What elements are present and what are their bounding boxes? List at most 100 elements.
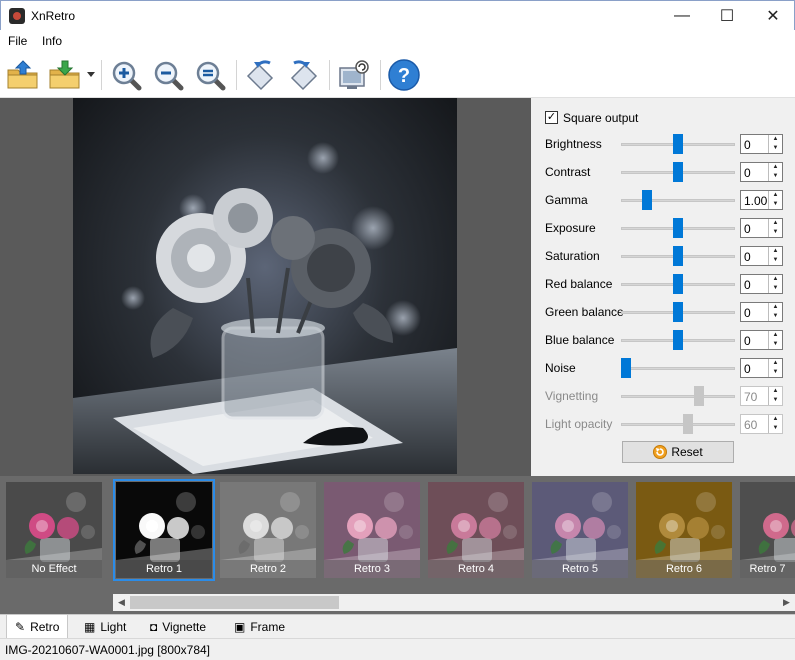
rotate-right-button[interactable]: [285, 57, 321, 93]
gamma-row: Gamma 1.00 ▲ ▼: [545, 190, 785, 210]
gamma-value: 1.00: [744, 194, 768, 208]
preset-label: Retro 1: [116, 560, 212, 578]
red-balance-spinbox[interactable]: 0 ▲ ▼: [740, 274, 783, 294]
exposure-slider-thumb[interactable]: [673, 218, 683, 238]
spin-arrows-icon[interactable]: ▲ ▼: [768, 191, 782, 209]
light-opacity-slider-thumb: [683, 414, 694, 434]
noise-slider[interactable]: [621, 367, 735, 370]
zoom-out-button[interactable]: [150, 57, 186, 93]
spin-arrows-icon[interactable]: ▲ ▼: [768, 331, 782, 349]
spin-arrows-icon[interactable]: ▲ ▼: [768, 163, 782, 181]
preset-label: Retro 7: [740, 560, 795, 578]
preset-thumbnail[interactable]: Retro 6: [636, 482, 732, 578]
vignetting-value: 70: [744, 390, 758, 404]
gamma-slider-thumb[interactable]: [641, 190, 652, 210]
brightness-row: Brightness 0 ▲ ▼: [545, 134, 785, 154]
noise-label: Noise: [545, 361, 576, 375]
frame-icon: ▣: [234, 620, 246, 634]
gamma-spinbox[interactable]: 1.00 ▲ ▼: [740, 190, 783, 210]
spin-arrows-icon[interactable]: ▲ ▼: [768, 135, 782, 153]
toolbar: ?: [0, 52, 795, 98]
blue-balance-slider-thumb[interactable]: [673, 330, 683, 350]
preset-thumbnail[interactable]: Retro 2: [220, 482, 316, 578]
preset-scrollbar[interactable]: ◀ ▶: [113, 594, 795, 611]
save-image-button[interactable]: [47, 57, 83, 93]
gamma-slider[interactable]: [621, 199, 735, 202]
scroll-thumb[interactable]: [130, 596, 339, 609]
preview-photo: [73, 98, 457, 474]
reset-button[interactable]: Reset: [622, 441, 734, 463]
save-dropdown-button[interactable]: [84, 57, 98, 93]
spin-arrows-icon[interactable]: ▲ ▼: [768, 387, 782, 405]
zoom-out-icon: [154, 61, 184, 91]
rotate-left-button[interactable]: [243, 57, 279, 93]
preset-thumbnail[interactable]: Retro 1: [113, 479, 215, 581]
brightness-spinbox[interactable]: 0 ▲ ▼: [740, 134, 783, 154]
zoom-fit-button[interactable]: [192, 57, 228, 93]
preset-thumbnail[interactable]: Retro 4: [428, 482, 524, 578]
spin-arrows-icon[interactable]: ▲ ▼: [768, 415, 782, 433]
title-bar: XnRetro — ☐ ✕: [0, 0, 795, 30]
dropdown-arrow-icon: [87, 72, 95, 77]
preset-thumbnail[interactable]: Retro 7: [740, 482, 795, 578]
spin-arrows-icon[interactable]: ▲ ▼: [768, 359, 782, 377]
zoom-in-icon: [112, 61, 142, 91]
brightness-slider-thumb[interactable]: [673, 134, 683, 154]
green-balance-label: Green balance: [545, 305, 624, 319]
contrast-row: Contrast 0 ▲ ▼: [545, 162, 785, 182]
vignetting-slider-thumb: [693, 386, 704, 406]
preset-thumbnail[interactable]: No Effect: [6, 482, 102, 578]
preset-label: Retro 2: [220, 560, 316, 578]
saturation-slider-thumb[interactable]: [673, 246, 683, 266]
scroll-left-button[interactable]: ◀: [113, 594, 130, 611]
noise-slider-thumb[interactable]: [621, 358, 631, 378]
saturation-row: Saturation 0 ▲ ▼: [545, 246, 785, 266]
preset-thumbnail[interactable]: Retro 3: [324, 482, 420, 578]
light-opacity-value: 60: [744, 418, 758, 432]
red-balance-row: Red balance 0 ▲ ▼: [545, 274, 785, 294]
window-title: XnRetro: [31, 9, 76, 23]
help-button[interactable]: ?: [386, 57, 422, 93]
blue-balance-row: Blue balance 0 ▲ ▼: [545, 330, 785, 350]
spin-arrows-icon[interactable]: ▲ ▼: [768, 247, 782, 265]
spin-arrows-icon[interactable]: ▲ ▼: [768, 303, 782, 321]
help-glyph: ?: [398, 65, 410, 87]
blue-balance-spinbox[interactable]: 0 ▲ ▼: [740, 330, 783, 350]
blue-balance-label: Blue balance: [545, 333, 615, 347]
preset-label: Retro 6: [636, 560, 732, 578]
menu-file[interactable]: File: [8, 34, 27, 48]
saturation-spinbox[interactable]: 0 ▲ ▼: [740, 246, 783, 266]
image-preview-area[interactable]: [0, 98, 531, 476]
noise-spinbox[interactable]: 0 ▲ ▼: [740, 358, 783, 378]
screen-export-button[interactable]: [336, 57, 372, 93]
tab-frame[interactable]: ▣ Frame: [226, 615, 293, 639]
tab-retro[interactable]: ✎ Retro: [6, 615, 69, 640]
menu-bar: File Info: [0, 30, 795, 52]
open-folder-button[interactable]: [5, 57, 41, 93]
vignetting-spinbox: 70 ▲ ▼: [740, 386, 783, 406]
status-text: IMG-20210607-WA0001.jpg [800x784]: [5, 643, 211, 657]
green-balance-spinbox[interactable]: 0 ▲ ▼: [740, 302, 783, 322]
saturation-label: Saturation: [545, 249, 600, 263]
green-balance-slider-thumb[interactable]: [673, 302, 683, 322]
tab-vignette[interactable]: ◘ Vignette: [142, 615, 214, 639]
screen-export-icon: [339, 60, 369, 89]
vignetting-label: Vignetting: [545, 389, 599, 403]
zoom-in-button[interactable]: [108, 57, 144, 93]
minimize-button[interactable]: —: [659, 1, 705, 31]
contrast-slider-thumb[interactable]: [673, 162, 683, 182]
square-output-checkbox[interactable]: ✓: [545, 111, 558, 124]
spin-arrows-icon[interactable]: ▲ ▼: [768, 275, 782, 293]
maximize-button[interactable]: ☐: [704, 1, 750, 31]
spin-arrows-icon[interactable]: ▲ ▼: [768, 219, 782, 237]
scroll-right-button[interactable]: ▶: [778, 594, 795, 611]
tab-light[interactable]: ▦ Light: [76, 615, 134, 639]
red-balance-slider-thumb[interactable]: [673, 274, 683, 294]
preset-thumbnail[interactable]: Retro 5: [532, 482, 628, 578]
exposure-spinbox[interactable]: 0 ▲ ▼: [740, 218, 783, 238]
noise-row: Noise 0 ▲ ▼: [545, 358, 785, 378]
menu-info[interactable]: Info: [42, 34, 62, 48]
contrast-spinbox[interactable]: 0 ▲ ▼: [740, 162, 783, 182]
close-button[interactable]: ✕: [750, 1, 795, 31]
magic-wand-icon: ✎: [15, 620, 26, 634]
